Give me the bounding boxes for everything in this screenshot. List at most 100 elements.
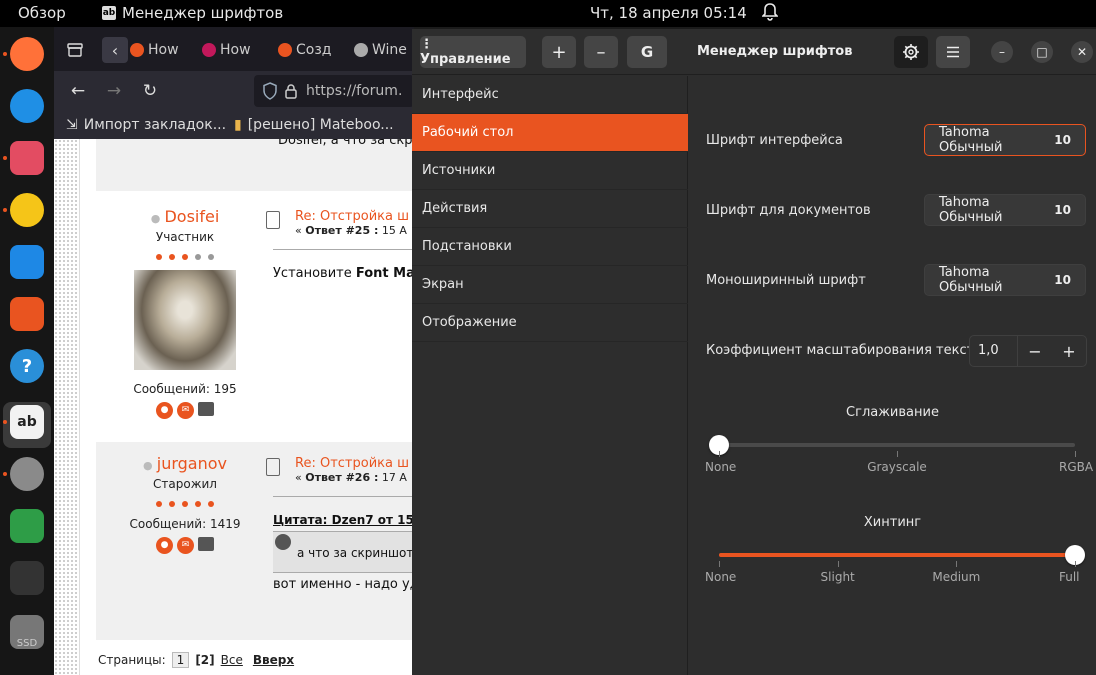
tab-overview-icon[interactable] — [62, 37, 88, 63]
font-manager-icon[interactable]: ab — [10, 405, 44, 439]
system-monitor-icon[interactable] — [10, 561, 44, 595]
avatar[interactable] — [134, 270, 236, 370]
quote-text: а что за скриншот? — [297, 546, 414, 560]
scale-increase-button[interactable]: + — [1052, 342, 1086, 361]
star-icon — [195, 501, 201, 507]
email-icon[interactable]: ✉ — [177, 537, 194, 554]
document-font-button[interactable]: Tahoma Обычный 10 — [924, 194, 1086, 226]
help-icon[interactable]: ? — [10, 349, 44, 383]
scale-decrease-button[interactable]: − — [1018, 342, 1052, 361]
post-title-link[interactable]: Re: Отстройка ш — [295, 209, 414, 224]
rhythmbox-icon[interactable] — [10, 193, 44, 227]
slider-tick — [897, 451, 898, 457]
url-bar[interactable]: https://forum. — [254, 75, 414, 107]
bookmark-import[interactable]: ⇲ Импорт закладок... — [66, 117, 226, 133]
close-icon[interactable]: ✕ — [1071, 41, 1093, 63]
post-divider — [273, 249, 414, 250]
firefox-icon[interactable] — [10, 37, 44, 71]
files-icon[interactable] — [10, 141, 44, 175]
tab-scroll-left-icon[interactable]: ‹ — [102, 37, 128, 63]
interface-font-button[interactable]: Tahoma Обычный 10 — [924, 124, 1086, 156]
email-icon[interactable]: ✉ — [177, 402, 194, 419]
settings-icon[interactable] — [10, 457, 44, 491]
bell-icon[interactable] — [762, 3, 778, 21]
username-link[interactable]: jurganov — [157, 454, 227, 473]
calc-icon[interactable] — [10, 509, 44, 543]
reload-icon[interactable]: ↻ — [140, 81, 160, 101]
sidebar-item[interactable]: Экран — [412, 266, 688, 304]
username-link[interactable]: Dosifei — [164, 207, 219, 226]
font-size: 10 — [1054, 203, 1071, 217]
quote-header-link[interactable]: Цитата: Dzen7 от 15 А — [273, 513, 414, 527]
profile-icon[interactable]: ● — [156, 537, 173, 554]
google-fonts-button[interactable]: G — [627, 36, 667, 68]
manage-menu-button[interactable]: ⋮ Управление — [420, 36, 526, 68]
page-1-link[interactable]: 1 — [171, 652, 190, 668]
meta-date: 15 А — [378, 224, 407, 237]
post-tail-text: Dosifei, а что за скри — [278, 139, 414, 148]
slider-option-label[interactable]: RGBA — [1059, 460, 1093, 474]
pagination-label: Страницы: — [98, 653, 166, 667]
browser-tab-2[interactable]: How — [202, 37, 251, 63]
user-actions: ● ✉ — [96, 537, 274, 554]
sidebar-item[interactable]: Рабочий стол — [412, 114, 688, 152]
star-icon — [182, 501, 188, 507]
add-button[interactable]: + — [542, 36, 576, 68]
font-name: Tahoma Обычный — [939, 125, 1003, 155]
slider-option-label[interactable]: Slight — [821, 570, 855, 584]
post-title-link[interactable]: Re: Отстройка ш — [295, 456, 414, 471]
slider-option-label[interactable]: Medium — [932, 570, 980, 584]
scroll-up-link[interactable]: Вверх — [253, 653, 294, 667]
app-center-icon[interactable] — [10, 297, 44, 331]
text-scale-spinbutton[interactable]: 1,0 − + — [969, 335, 1087, 367]
pm-icon[interactable] — [198, 537, 214, 551]
pm-icon[interactable] — [198, 402, 214, 416]
main-menu-button[interactable] — [936, 36, 970, 68]
font-manager-window: ⋮ Управление + – G Менеджер шрифтов – □ … — [412, 29, 1096, 675]
monospace-font-button[interactable]: Tahoma Обычный 10 — [924, 264, 1086, 296]
shield-icon[interactable] — [262, 82, 278, 100]
profile-icon[interactable]: ● — [156, 402, 173, 419]
maximize-icon[interactable]: □ — [1031, 41, 1053, 63]
writer-icon[interactable] — [10, 245, 44, 279]
pagination: Страницы: 1 [2] Все Вверх — [98, 652, 294, 668]
clock[interactable]: Чт, 18 апреля 05:14 — [590, 4, 747, 22]
browser-tab-4[interactable]: Wine — [354, 37, 407, 63]
text-bold: Font Man — [355, 266, 414, 281]
hinting-title: Хинтинг — [863, 515, 922, 530]
sidebar-item[interactable]: Интерфейс — [412, 76, 688, 114]
sidebar-item[interactable]: Действия — [412, 190, 688, 228]
header-bar: ⋮ Управление + – G Менеджер шрифтов – □ … — [412, 29, 1096, 75]
antialiasing-slider[interactable] — [709, 435, 1075, 455]
forward-icon[interactable]: → — [104, 81, 124, 101]
overview-button[interactable]: Обзор — [18, 4, 66, 22]
slider-option-label[interactable]: Full — [1059, 570, 1080, 584]
hinting-slider[interactable] — [719, 545, 1085, 565]
tab-label: How — [148, 42, 179, 58]
sidebar-item[interactable]: Источники — [412, 152, 688, 190]
page-all-link[interactable]: Все — [221, 653, 243, 667]
slider-option-label[interactable]: Grayscale — [867, 460, 927, 474]
thunderbird-icon[interactable] — [10, 89, 44, 123]
interface-font-label: Шрифт интерфейса — [706, 133, 843, 148]
sidebar-item[interactable]: Отображение — [412, 304, 688, 342]
browser-tab-3[interactable]: Созд — [278, 37, 331, 63]
app-menu[interactable]: ab Менеджер шрифтов — [102, 4, 283, 22]
back-icon[interactable]: ← — [68, 81, 88, 101]
slider-option-label[interactable]: None — [705, 460, 736, 474]
lock-icon[interactable] — [284, 83, 298, 99]
text-scale-value[interactable]: 1,0 — [970, 336, 1018, 366]
browser-window: ‹ How How Созд Wine ← → ↻ https://forum.… — [54, 27, 414, 675]
remove-button[interactable]: – — [584, 36, 618, 68]
minimize-icon[interactable]: – — [991, 41, 1013, 63]
bookmark-matebook[interactable]: ▮ [решено] Mateboo... — [234, 117, 394, 133]
hinting-slider-fill — [719, 553, 1075, 557]
browser-tab-1[interactable]: How — [130, 37, 179, 63]
sidebar-item[interactable]: Подстановки — [412, 228, 688, 266]
slider-tick — [1075, 451, 1076, 457]
disk-icon[interactable]: SSD — [10, 615, 44, 649]
top-bar: Обзор ab Менеджер шрифтов Чт, 18 апреля … — [0, 0, 1096, 27]
meta-prefix: « — [295, 224, 306, 237]
preferences-button[interactable] — [894, 36, 928, 68]
slider-option-label[interactable]: None — [705, 570, 736, 584]
